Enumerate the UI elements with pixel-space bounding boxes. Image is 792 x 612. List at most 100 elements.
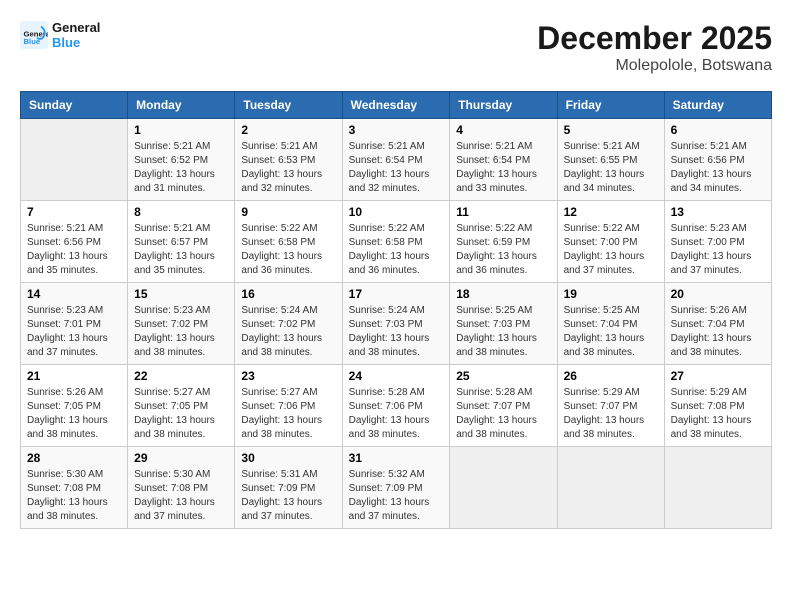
day-info: Sunrise: 5:21 AMSunset: 6:56 PMDaylight:…	[27, 222, 121, 278]
calendar-table: SundayMondayTuesdayWednesdayThursdayFrid…	[20, 91, 772, 529]
day-info: Sunrise: 5:27 AMSunset: 7:06 PMDaylight:…	[241, 386, 335, 442]
day-info: Sunrise: 5:22 AMSunset: 6:59 PMDaylight:…	[456, 222, 550, 278]
day-info: Sunrise: 5:28 AMSunset: 7:07 PMDaylight:…	[456, 386, 550, 442]
day-cell: 13 Sunrise: 5:23 AMSunset: 7:00 PMDayligh…	[664, 201, 771, 283]
day-number: 8	[134, 205, 228, 219]
day-number: 23	[241, 369, 335, 383]
logo: General Blue General Blue	[20, 20, 100, 50]
day-cell	[664, 447, 771, 529]
day-number: 5	[564, 123, 658, 137]
day-info: Sunrise: 5:21 AMSunset: 6:52 PMDaylight:…	[134, 140, 228, 196]
day-cell: 7 Sunrise: 5:21 AMSunset: 6:56 PMDaylight…	[21, 201, 128, 283]
header-wednesday: Wednesday	[342, 92, 450, 119]
day-info: Sunrise: 5:32 AMSunset: 7:09 PMDaylight:…	[349, 468, 444, 524]
day-info: Sunrise: 5:21 AMSunset: 6:54 PMDaylight:…	[349, 140, 444, 196]
day-cell: 2Sunrise: 5:21 AMSunset: 6:53 PMDaylight…	[235, 119, 342, 201]
header-row: SundayMondayTuesdayWednesdayThursdayFrid…	[21, 92, 772, 119]
header-thursday: Thursday	[450, 92, 557, 119]
header-tuesday: Tuesday	[235, 92, 342, 119]
week-row-2: 7 Sunrise: 5:21 AMSunset: 6:56 PMDaylight…	[21, 201, 772, 283]
day-cell: 28 Sunrise: 5:30 AMSunset: 7:08 PMDayligh…	[21, 447, 128, 529]
day-number: 29	[134, 451, 228, 465]
day-info: Sunrise: 5:23 AMSunset: 7:02 PMDaylight:…	[134, 304, 228, 360]
day-info: Sunrise: 5:30 AMSunset: 7:08 PMDaylight:…	[27, 468, 121, 524]
day-cell: 10 Sunrise: 5:22 AMSunset: 6:58 PMDayligh…	[342, 201, 450, 283]
day-info: Sunrise: 5:21 AMSunset: 6:53 PMDaylight:…	[241, 140, 335, 196]
day-cell: 17Sunrise: 5:24 AMSunset: 7:03 PMDayligh…	[342, 283, 450, 365]
day-info: Sunrise: 5:23 AMSunset: 7:01 PMDaylight:…	[27, 304, 121, 360]
day-number: 27	[671, 369, 765, 383]
week-row-3: 14 Sunrise: 5:23 AMSunset: 7:01 PMDayligh…	[21, 283, 772, 365]
day-number: 31	[349, 451, 444, 465]
day-cell: 5 Sunrise: 5:21 AMSunset: 6:55 PMDaylight…	[557, 119, 664, 201]
day-cell: 30Sunrise: 5:31 AMSunset: 7:09 PMDayligh…	[235, 447, 342, 529]
day-cell: 20 Sunrise: 5:26 AMSunset: 7:04 PMDayligh…	[664, 283, 771, 365]
day-info: Sunrise: 5:27 AMSunset: 7:05 PMDaylight:…	[134, 386, 228, 442]
day-number: 9	[241, 205, 335, 219]
day-number: 1	[134, 123, 228, 137]
logo-icon: General Blue	[20, 21, 48, 49]
day-cell: 24 Sunrise: 5:28 AMSunset: 7:06 PMDayligh…	[342, 365, 450, 447]
day-info: Sunrise: 5:21 AMSunset: 6:54 PMDaylight:…	[456, 140, 550, 196]
day-cell: 6Sunrise: 5:21 AMSunset: 6:56 PMDaylight…	[664, 119, 771, 201]
day-cell: 19Sunrise: 5:25 AMSunset: 7:04 PMDayligh…	[557, 283, 664, 365]
day-number: 20	[671, 287, 765, 301]
day-cell: 31 Sunrise: 5:32 AMSunset: 7:09 PMDayligh…	[342, 447, 450, 529]
header-saturday: Saturday	[664, 92, 771, 119]
day-cell: 11 Sunrise: 5:22 AMSunset: 6:59 PMDayligh…	[450, 201, 557, 283]
day-info: Sunrise: 5:31 AMSunset: 7:09 PMDaylight:…	[241, 468, 335, 524]
day-info: Sunrise: 5:24 AMSunset: 7:02 PMDaylight:…	[241, 304, 335, 360]
day-cell: 23 Sunrise: 5:27 AMSunset: 7:06 PMDayligh…	[235, 365, 342, 447]
week-row-1: 1 Sunrise: 5:21 AMSunset: 6:52 PMDaylight…	[21, 119, 772, 201]
title-section: December 2025 Molepolole, Botswana	[537, 20, 772, 75]
day-cell: 27Sunrise: 5:29 AMSunset: 7:08 PMDayligh…	[664, 365, 771, 447]
week-row-4: 21Sunrise: 5:26 AMSunset: 7:05 PMDayligh…	[21, 365, 772, 447]
day-info: Sunrise: 5:22 AMSunset: 6:58 PMDaylight:…	[241, 222, 335, 278]
day-cell: 21Sunrise: 5:26 AMSunset: 7:05 PMDayligh…	[21, 365, 128, 447]
day-info: Sunrise: 5:23 AMSunset: 7:00 PMDaylight:…	[671, 222, 765, 278]
day-number: 15	[134, 287, 228, 301]
day-info: Sunrise: 5:21 AMSunset: 6:55 PMDaylight:…	[564, 140, 658, 196]
day-number: 16	[241, 287, 335, 301]
logo-line1: General	[52, 20, 100, 35]
day-number: 18	[456, 287, 550, 301]
day-number: 6	[671, 123, 765, 137]
day-cell: 16 Sunrise: 5:24 AMSunset: 7:02 PMDayligh…	[235, 283, 342, 365]
day-number: 7	[27, 205, 121, 219]
day-number: 14	[27, 287, 121, 301]
day-info: Sunrise: 5:28 AMSunset: 7:06 PMDaylight:…	[349, 386, 444, 442]
day-number: 10	[349, 205, 444, 219]
month-title: December 2025	[537, 20, 772, 57]
day-cell: 4 Sunrise: 5:21 AMSunset: 6:54 PMDaylight…	[450, 119, 557, 201]
day-number: 13	[671, 205, 765, 219]
day-info: Sunrise: 5:24 AMSunset: 7:03 PMDaylight:…	[349, 304, 444, 360]
day-number: 25	[456, 369, 550, 383]
day-cell: 22 Sunrise: 5:27 AMSunset: 7:05 PMDayligh…	[128, 365, 235, 447]
day-number: 28	[27, 451, 121, 465]
logo-line2: Blue	[52, 35, 100, 50]
day-cell	[21, 119, 128, 201]
header-monday: Monday	[128, 92, 235, 119]
day-info: Sunrise: 5:22 AMSunset: 6:58 PMDaylight:…	[349, 222, 444, 278]
page-header: General Blue General Blue December 2025 …	[20, 20, 772, 75]
day-cell: 18 Sunrise: 5:25 AMSunset: 7:03 PMDayligh…	[450, 283, 557, 365]
day-number: 21	[27, 369, 121, 383]
day-cell: 3Sunrise: 5:21 AMSunset: 6:54 PMDaylight…	[342, 119, 450, 201]
week-row-5: 28 Sunrise: 5:30 AMSunset: 7:08 PMDayligh…	[21, 447, 772, 529]
day-cell: 12 Sunrise: 5:22 AMSunset: 7:00 PMDayligh…	[557, 201, 664, 283]
day-cell: 1 Sunrise: 5:21 AMSunset: 6:52 PMDaylight…	[128, 119, 235, 201]
day-info: Sunrise: 5:26 AMSunset: 7:04 PMDaylight:…	[671, 304, 765, 360]
header-sunday: Sunday	[21, 92, 128, 119]
day-number: 12	[564, 205, 658, 219]
day-number: 24	[349, 369, 444, 383]
day-info: Sunrise: 5:22 AMSunset: 7:00 PMDaylight:…	[564, 222, 658, 278]
day-cell	[450, 447, 557, 529]
day-number: 4	[456, 123, 550, 137]
location-title: Molepolole, Botswana	[537, 57, 772, 75]
day-number: 22	[134, 369, 228, 383]
day-info: Sunrise: 5:29 AMSunset: 7:07 PMDaylight:…	[564, 386, 658, 442]
day-cell: 14 Sunrise: 5:23 AMSunset: 7:01 PMDayligh…	[21, 283, 128, 365]
day-info: Sunrise: 5:25 AMSunset: 7:03 PMDaylight:…	[456, 304, 550, 360]
day-number: 11	[456, 205, 550, 219]
day-info: Sunrise: 5:30 AMSunset: 7:08 PMDaylight:…	[134, 468, 228, 524]
